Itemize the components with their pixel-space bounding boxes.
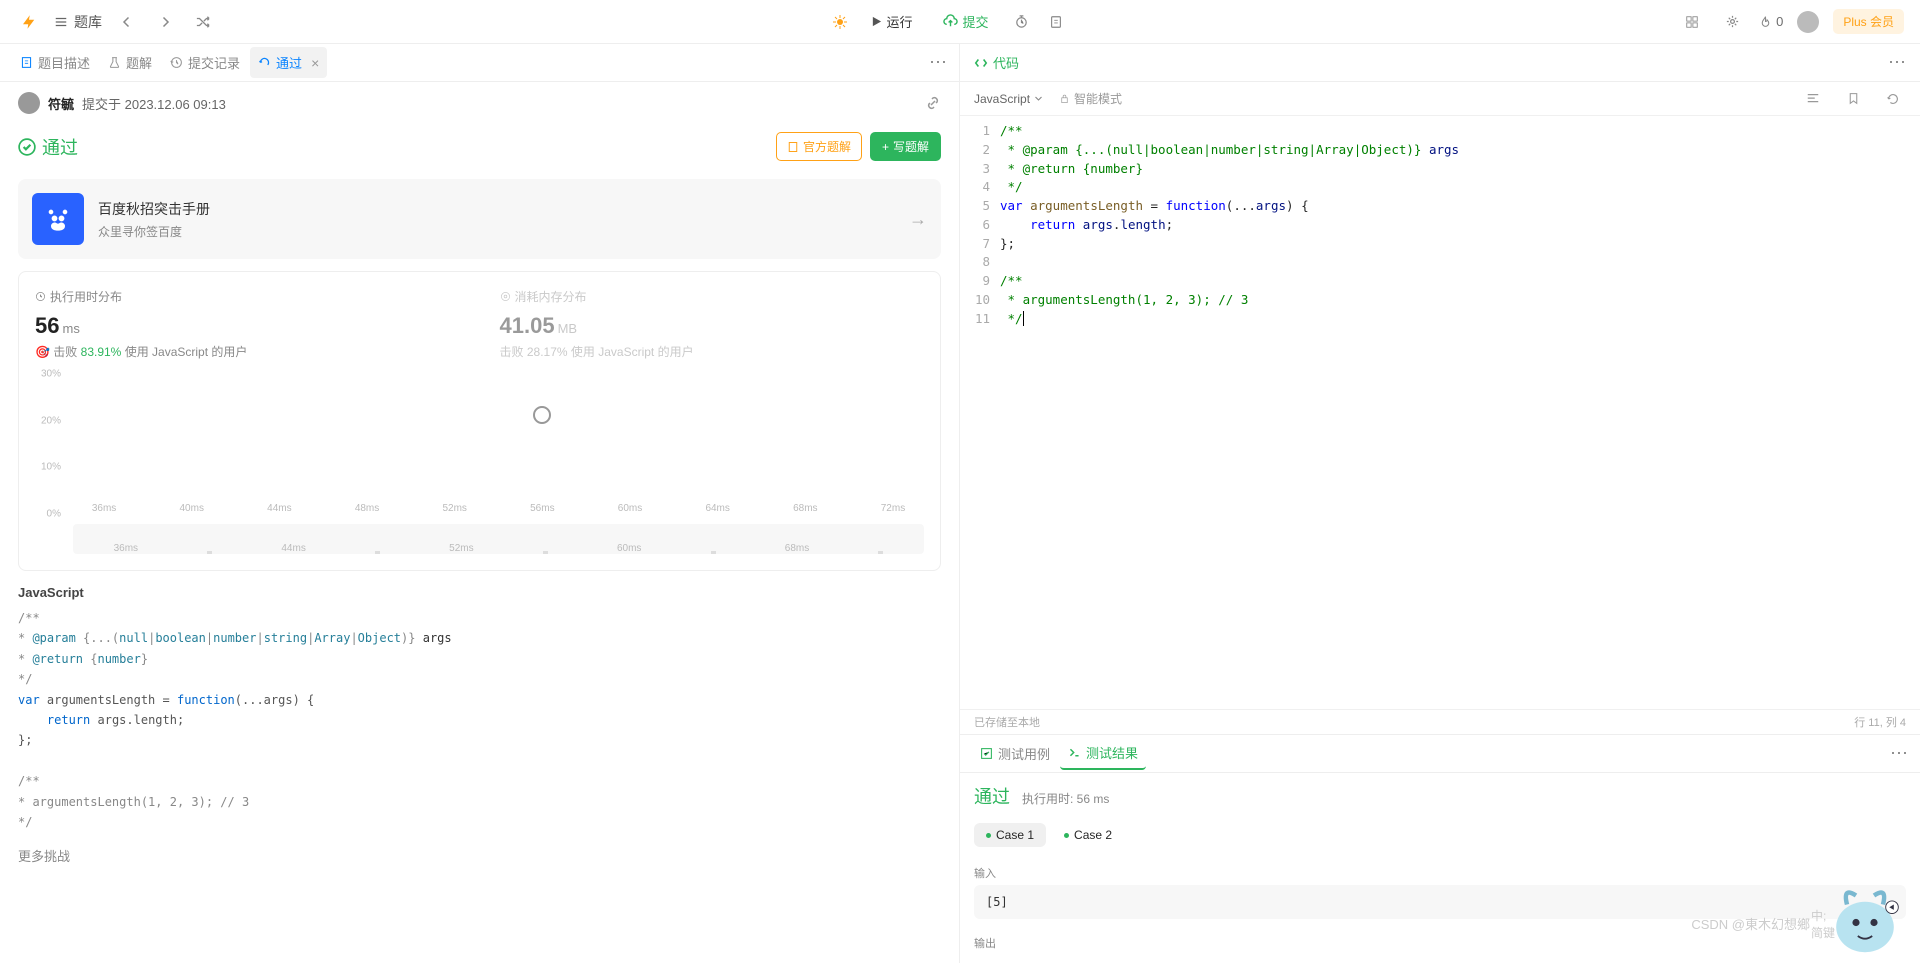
book-icon [787,141,799,153]
status-badge: 通过 [18,134,78,160]
timer-button[interactable] [1009,9,1035,35]
input-label: 输入 [974,865,1906,881]
result-more-button[interactable]: ⋯ [1890,743,1908,764]
debug-button[interactable] [827,9,853,35]
tab-description[interactable]: 题目描述 [12,47,98,78]
tab-passed[interactable]: 通过 × [250,47,327,78]
close-icon[interactable]: × [311,55,319,71]
write-solution-button[interactable]: +写题解 [870,132,941,161]
runtime-stats[interactable]: 执行用时分布 56ms 🎯 击败 83.91% 使用 JavaScript 的用… [35,288,460,360]
code-panel-header: 代码 ⋯ [960,44,1920,82]
result-runtime: 执行用时: 56 ms [1022,790,1109,807]
chevron-down-icon [1034,94,1043,103]
status-row: 通过 官方题解 +写题解 [0,124,959,169]
fire-icon [1759,15,1772,28]
author-avatar[interactable] [18,92,40,114]
memory-stats[interactable]: 消耗内存分布 41.05MB 击败 28.17% 使用 JavaScript 的… [500,288,925,360]
runtime-chart: 0%10%20%30% 36ms40ms44ms48ms52ms56ms60ms… [35,374,924,554]
notes-button[interactable] [1043,9,1069,35]
right-panel: 代码 ⋯ JavaScript 智能模式 1234567891011 /** *… [960,44,1920,963]
app-header: 题库 运行 提交 [0,0,1920,44]
result-panel: 测试用例 测试结果 ⋯ 通过 执行用时: 56 ms Case 1 Case 2… [960,734,1920,963]
tab-solution[interactable]: 题解 [100,47,160,78]
tab-test-cases[interactable]: 测试用例 [972,738,1058,769]
case-1-tab[interactable]: Case 1 [974,823,1046,847]
stats-card: 执行用时分布 56ms 🎯 击败 83.91% 使用 JavaScript 的用… [18,271,941,571]
cursor-position: 行 11, 列 4 [1854,714,1906,730]
promo-icon [32,193,84,245]
format-button[interactable] [1800,86,1826,112]
save-status: 已存储至本地 [974,714,1040,730]
header-center: 运行 提交 [228,7,1667,36]
next-problem-button[interactable] [152,9,178,35]
header-left: 题库 [16,9,216,35]
lock-icon [1059,93,1070,104]
target-icon [500,291,511,302]
promo-subtitle: 众里寻你签百度 [98,223,895,240]
left-tabs: 题目描述 题解 提交记录 通过 × ⋯ [0,44,959,82]
more-challenges[interactable]: 更多挑战 [18,846,941,865]
promo-card[interactable]: 百度秋招突击手册 众里寻你签百度 → [18,179,941,259]
terminal-icon [1068,746,1081,759]
bookmark-button[interactable] [1840,86,1866,112]
more-tabs-button[interactable]: ⋯ [929,52,947,73]
problem-list-link[interactable]: 题库 [54,12,102,32]
reset-button[interactable] [1880,86,1906,112]
editor-toolbar: JavaScript 智能模式 [960,82,1920,116]
cloud-upload-icon [943,14,958,29]
editor-footer: 已存储至本地 行 11, 列 4 [960,709,1920,734]
code-more-button[interactable]: ⋯ [1888,52,1906,73]
solution-code: JavaScript /** * @param {...(null|boolea… [18,585,941,832]
run-button[interactable]: 运行 [861,7,923,36]
tab-submissions[interactable]: 提交记录 [162,47,248,78]
fire-counter[interactable]: 0 [1759,14,1783,29]
code-icon [974,56,988,70]
list-icon [54,15,68,29]
play-icon [871,16,882,27]
plus-badge[interactable]: Plus 会员 [1833,9,1904,34]
input-value: [5] [974,885,1906,919]
history-icon [170,56,183,69]
result-status: 通过 [974,783,1010,809]
case-2-tab[interactable]: Case 2 [1052,823,1124,847]
shuffle-button[interactable] [190,9,216,35]
code-editor[interactable]: 1234567891011 /** * @param {...(null|boo… [960,116,1920,709]
logo-icon[interactable] [16,9,42,35]
link-icon[interactable] [925,95,941,111]
submit-button[interactable]: 提交 [931,7,1001,36]
refresh-icon [258,56,271,69]
settings-button[interactable] [1719,9,1745,35]
left-panel: 题目描述 题解 提交记录 通过 × ⋯ 符毓 提交于 2023.12.06 09… [0,44,960,963]
clock-icon [35,291,46,302]
avatar[interactable] [1797,11,1819,33]
language-select[interactable]: JavaScript [974,92,1043,106]
chevron-right-icon: → [909,209,927,230]
flask-icon [108,56,121,69]
tab-test-results[interactable]: 测试结果 [1060,737,1146,770]
author-name: 符毓 [48,94,74,113]
mode-label[interactable]: 智能模式 [1059,90,1122,107]
submission-header: 符毓 提交于 2023.12.06 09:13 [0,82,959,124]
official-solution-button[interactable]: 官方题解 [776,132,862,161]
check-square-icon [980,747,993,760]
prev-problem-button[interactable] [114,9,140,35]
output-label: 输出 [974,935,1906,951]
doc-icon [20,56,33,69]
submission-time: 提交于 2023.12.06 09:13 [82,94,226,113]
code-block: /** * @param {...(null|boolean|number|st… [18,608,941,832]
grid-button[interactable] [1679,9,1705,35]
header-right: 0 Plus 会员 [1679,9,1904,35]
promo-title: 百度秋招突击手册 [98,199,895,219]
check-circle-icon [18,138,36,156]
